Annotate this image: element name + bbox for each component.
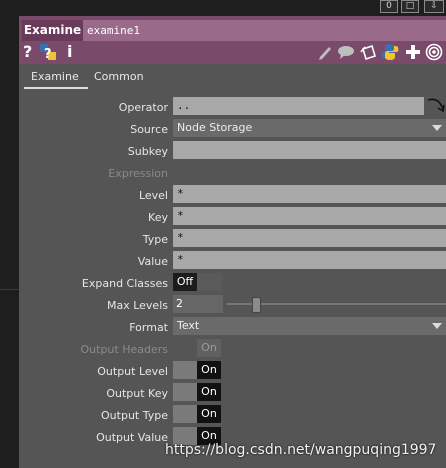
output-headers-value: On bbox=[197, 339, 221, 357]
output-type-toggle[interactable]: On bbox=[173, 405, 221, 423]
operator-field[interactable]: .. bbox=[173, 97, 424, 115]
panel-header: Examine examine1 ? ? i bbox=[19, 16, 446, 64]
value-field[interactable]: * bbox=[173, 251, 446, 269]
format-menu[interactable]: Text bbox=[173, 317, 446, 335]
help-icon[interactable]: ? bbox=[23, 43, 35, 61]
background-divider bbox=[0, 289, 19, 290]
output-key-toggle[interactable]: On bbox=[173, 383, 221, 401]
output-value-label: Output Value bbox=[96, 431, 168, 444]
toggle-track bbox=[173, 405, 197, 423]
tab-common[interactable]: Common bbox=[94, 70, 144, 83]
tab-examine[interactable]: Examine bbox=[31, 70, 79, 83]
output-key-value: On bbox=[197, 383, 221, 401]
output-type-value: On bbox=[197, 405, 221, 423]
value-label: Value bbox=[137, 255, 168, 268]
svg-text:?: ? bbox=[44, 47, 52, 61]
chevron-down-icon bbox=[432, 323, 442, 329]
output-headers-label: Output Headers bbox=[80, 343, 169, 356]
expand-classes-value: Off bbox=[173, 273, 197, 291]
source-menu[interactable]: Node Storage bbox=[173, 119, 446, 137]
level-field[interactable]: * bbox=[173, 185, 446, 203]
toggle-track bbox=[173, 383, 197, 401]
expression-label: Expression bbox=[108, 167, 168, 180]
subkey-field[interactable] bbox=[173, 141, 446, 159]
max-levels-field[interactable]: 2 bbox=[173, 295, 223, 313]
output-level-label: Output Level bbox=[97, 365, 168, 378]
operator-picker-icon[interactable] bbox=[426, 96, 446, 116]
toggle-track bbox=[173, 339, 197, 357]
clone-icon[interactable] bbox=[359, 43, 377, 61]
window-button-1[interactable]: 0 bbox=[380, 0, 398, 13]
operator-type-label: Examine bbox=[22, 20, 83, 41]
operator-name-field[interactable]: examine1 bbox=[83, 20, 446, 41]
max-levels-slider[interactable] bbox=[227, 295, 446, 313]
python-icon[interactable] bbox=[381, 43, 399, 61]
level-label: Level bbox=[138, 189, 168, 202]
window-button-2[interactable]: □ bbox=[401, 0, 419, 13]
max-levels-label: Max Levels bbox=[106, 299, 168, 312]
format-value: Text bbox=[177, 319, 200, 332]
python-help-icon[interactable]: ? bbox=[39, 43, 57, 62]
output-level-value: On bbox=[197, 361, 221, 379]
output-headers-toggle: On bbox=[173, 339, 221, 357]
toggle-track bbox=[173, 361, 197, 379]
add-icon[interactable] bbox=[405, 43, 421, 61]
operator-label: Operator bbox=[118, 101, 168, 114]
source-value: Node Storage bbox=[177, 121, 253, 134]
key-field[interactable]: * bbox=[173, 207, 446, 225]
output-key-label: Output Key bbox=[106, 387, 168, 400]
window-button-3[interactable]: ⇩ bbox=[424, 0, 444, 13]
active-tab-underline bbox=[24, 87, 88, 89]
chevron-down-icon bbox=[432, 125, 442, 131]
viewer-icon[interactable] bbox=[425, 43, 443, 61]
expand-classes-label: Expand Classes bbox=[81, 277, 168, 290]
edit-icon[interactable] bbox=[317, 43, 333, 61]
output-type-label: Output Type bbox=[101, 409, 168, 422]
parameter-panel: Examine examine1 ? ? i Examine Common Op… bbox=[19, 16, 446, 468]
subkey-label: Subkey bbox=[127, 145, 168, 158]
comment-icon[interactable] bbox=[337, 43, 355, 61]
watermark-text: https://blog.csdn.net/wangpuqing1997 bbox=[165, 442, 437, 458]
expand-classes-toggle[interactable]: Off bbox=[173, 273, 222, 291]
format-label: Format bbox=[129, 321, 168, 334]
type-field[interactable]: * bbox=[173, 229, 446, 247]
info-icon[interactable]: i bbox=[67, 43, 77, 61]
slider-handle[interactable] bbox=[252, 297, 262, 313]
source-label: Source bbox=[130, 123, 168, 136]
key-label: Key bbox=[148, 211, 168, 224]
type-label: Type bbox=[142, 233, 168, 246]
output-level-toggle[interactable]: On bbox=[173, 361, 221, 379]
